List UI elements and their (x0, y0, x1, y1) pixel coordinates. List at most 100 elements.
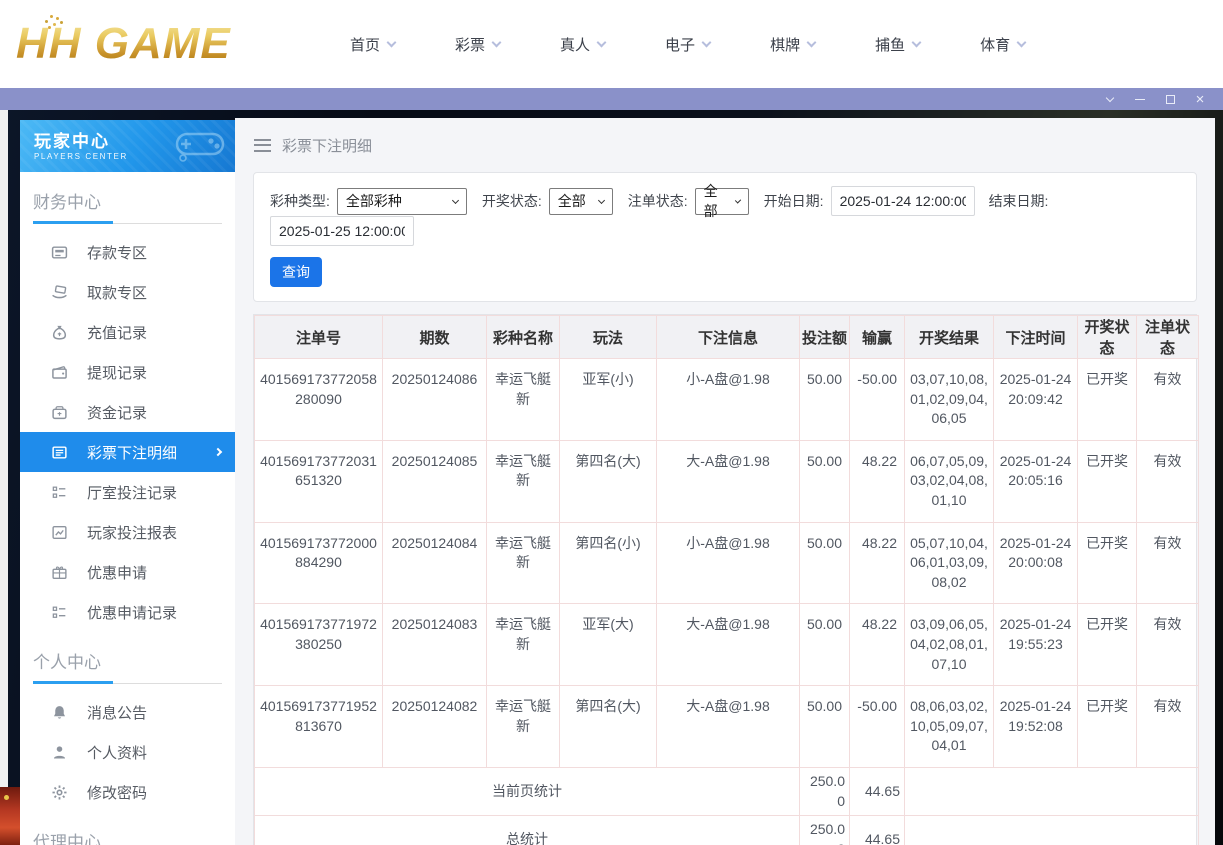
table-cell: 03,09,06,05,04,02,08,01,07,10 (904, 603, 994, 687)
table-cell: 小-A盘@1.98 (656, 358, 800, 441)
sidebar-item[interactable]: 优惠申请 (20, 552, 235, 592)
column-header: 玩法 (559, 315, 657, 359)
gamepad-icon (175, 132, 225, 162)
column-header: 注单号 (254, 315, 383, 359)
sidebar-item-label: 彩票下注明细 (87, 444, 178, 462)
summary-bet-total: 250.00 (799, 766, 850, 817)
table-cell: 401569173771952813670 (254, 685, 383, 768)
table-cell: 有效 (1136, 603, 1199, 687)
menu-icon[interactable] (254, 138, 271, 152)
column-header: 下注时间 (993, 315, 1078, 359)
draw-status-label: 开奖状态: (481, 193, 542, 209)
sidebar-item[interactable]: 提现记录 (20, 352, 235, 392)
draw-status-value: 全部 (557, 193, 586, 209)
minimize-icon[interactable] (1125, 88, 1155, 110)
nav-item[interactable]: 彩票 (455, 34, 502, 55)
table-cell: 20250124085 (382, 439, 487, 523)
draw-status-select[interactable]: 全部 (548, 187, 613, 215)
sidebar-section-title: 财务中心 (33, 193, 101, 212)
nav-item[interactable]: 体育 (980, 34, 1027, 55)
bet-detail-icon (51, 444, 68, 461)
sidebar-item[interactable]: 取款专区 (20, 272, 235, 312)
sidebar-item-label: 优惠申请 (87, 564, 148, 582)
maximize-icon[interactable] (1155, 88, 1185, 110)
sidebar-item[interactable]: 个人资料 (20, 732, 235, 772)
sidebar-item[interactable]: 玩家投注报表 (20, 512, 235, 552)
nav-item[interactable]: 棋牌 (770, 34, 817, 55)
column-header: 开奖状态 (1077, 315, 1137, 359)
table-cell: 48.22 (849, 439, 905, 523)
summary-label: 当前页统计 (254, 766, 800, 817)
sidebar-item[interactable]: 资金记录 (20, 392, 235, 432)
sidebar-item[interactable]: 彩票下注明细 (20, 432, 235, 472)
money-bag-icon (51, 324, 68, 341)
summary-row: 总统计250.0044.65 (254, 815, 1199, 845)
promo-icon (51, 564, 68, 581)
lottery-type-select[interactable]: 全部彩种 (336, 187, 467, 215)
table-cell: 401569173772058280090 (254, 358, 383, 441)
sidebar-item[interactable]: 厅室投注记录 (20, 472, 235, 512)
chevron-down-icon[interactable] (1095, 88, 1125, 110)
chevron-right-icon (213, 447, 223, 457)
sidebar-item[interactable]: 修改密码 (20, 772, 235, 812)
sidebar-item[interactable]: 存款专区 (20, 232, 235, 272)
table-cell: 20250124086 (382, 358, 487, 441)
table-cell: 小-A盘@1.98 (656, 521, 800, 605)
main-content: 彩票下注明细 彩种类型: 全部彩种 开奖状态: 全部 注单状态: 全部 开始日期… (235, 118, 1215, 845)
report-icon (51, 524, 68, 541)
query-button[interactable]: 查询 (270, 257, 322, 287)
desktop-wallpaper-fragment (0, 787, 20, 845)
column-header: 彩种名称 (486, 315, 560, 359)
table-cell: 亚军(小) (559, 358, 657, 441)
sidebar: 玩家中心 PLAYERS CENTER 财务中心存款专区 取款专区 充值记录提现记录… (20, 120, 235, 845)
chevron-down-icon (701, 37, 712, 47)
nav-item[interactable]: 捕鱼 (875, 34, 922, 55)
table-cell: 第四名(大) (559, 685, 657, 768)
table-cell: 2025-01-24 20:09:42 (993, 358, 1078, 441)
breadcrumb: 彩票下注明细 (235, 118, 1215, 172)
table-cell: 48.22 (849, 521, 905, 605)
end-date-input[interactable] (270, 216, 414, 246)
table-cell: 第四名(小) (559, 521, 657, 605)
start-date-input[interactable] (830, 186, 975, 216)
brand-logo[interactable]: HH GAME (16, 15, 304, 69)
table-cell: -50.00 (849, 685, 905, 768)
bet-status-select[interactable]: 全部 (694, 183, 749, 219)
table-cell: 第四名(大) (559, 439, 657, 523)
table-cell: 401569173772031651320 (254, 439, 383, 523)
window-titlebar: × (0, 88, 1223, 110)
window-frame-edge (0, 110, 8, 845)
sidebar-item-label: 提现记录 (87, 364, 148, 382)
summary-row: 当前页统计 250.00 44.65 (254, 766, 1199, 817)
nav-item-label: 真人 (560, 36, 591, 54)
sidebar-header: 玩家中心 PLAYERS CENTER (20, 120, 235, 172)
chevron-down-icon (911, 37, 922, 47)
table-cell: -50.00 (849, 358, 905, 441)
nav-item[interactable]: 电子 (665, 34, 712, 55)
filter-row: 彩种类型: 全部彩种 开奖状态: 全部 注单状态: 全部 开始日期: 2025-… (270, 183, 1180, 246)
sidebar-section-divider (33, 221, 222, 224)
chevron-down-icon (806, 37, 817, 47)
logo-text: HH GAME (16, 19, 231, 68)
sidebar-item[interactable]: 消息公告 (20, 692, 235, 732)
table-cell: 20250124082 (382, 685, 487, 768)
nav-item[interactable]: 首页 (350, 34, 397, 55)
nav-item[interactable]: 真人 (560, 34, 607, 55)
column-header: 下注信息 (656, 315, 800, 359)
sidebar-item[interactable]: 充值记录 (20, 312, 235, 352)
chevron-down-icon (1016, 37, 1027, 47)
filter-panel: 彩种类型: 全部彩种 开奖状态: 全部 注单状态: 全部 开始日期: 2025-… (253, 172, 1197, 302)
table-cell: 2025-01-24 19:52:08 (993, 685, 1078, 768)
table-cell: 大-A盘@1.98 (656, 603, 800, 687)
table-cell: 50.00 (799, 439, 850, 523)
column-header: 投注额 (799, 315, 850, 359)
sidebar-item[interactable]: 优惠申请记录 (20, 592, 235, 632)
close-icon[interactable]: × (1185, 88, 1215, 110)
table-cell: 幸运飞艇新 (486, 521, 560, 605)
table-cell: 50.00 (799, 358, 850, 441)
table-cell: 06,07,05,09,03,02,04,08,01,10 (904, 439, 994, 523)
page-title: 彩票下注明细 (282, 137, 373, 155)
sidebar-item-label: 资金记录 (87, 404, 148, 422)
table-cell: 05,07,10,04,06,01,03,09,08,02 (904, 521, 994, 605)
deposit-icon (51, 244, 68, 261)
